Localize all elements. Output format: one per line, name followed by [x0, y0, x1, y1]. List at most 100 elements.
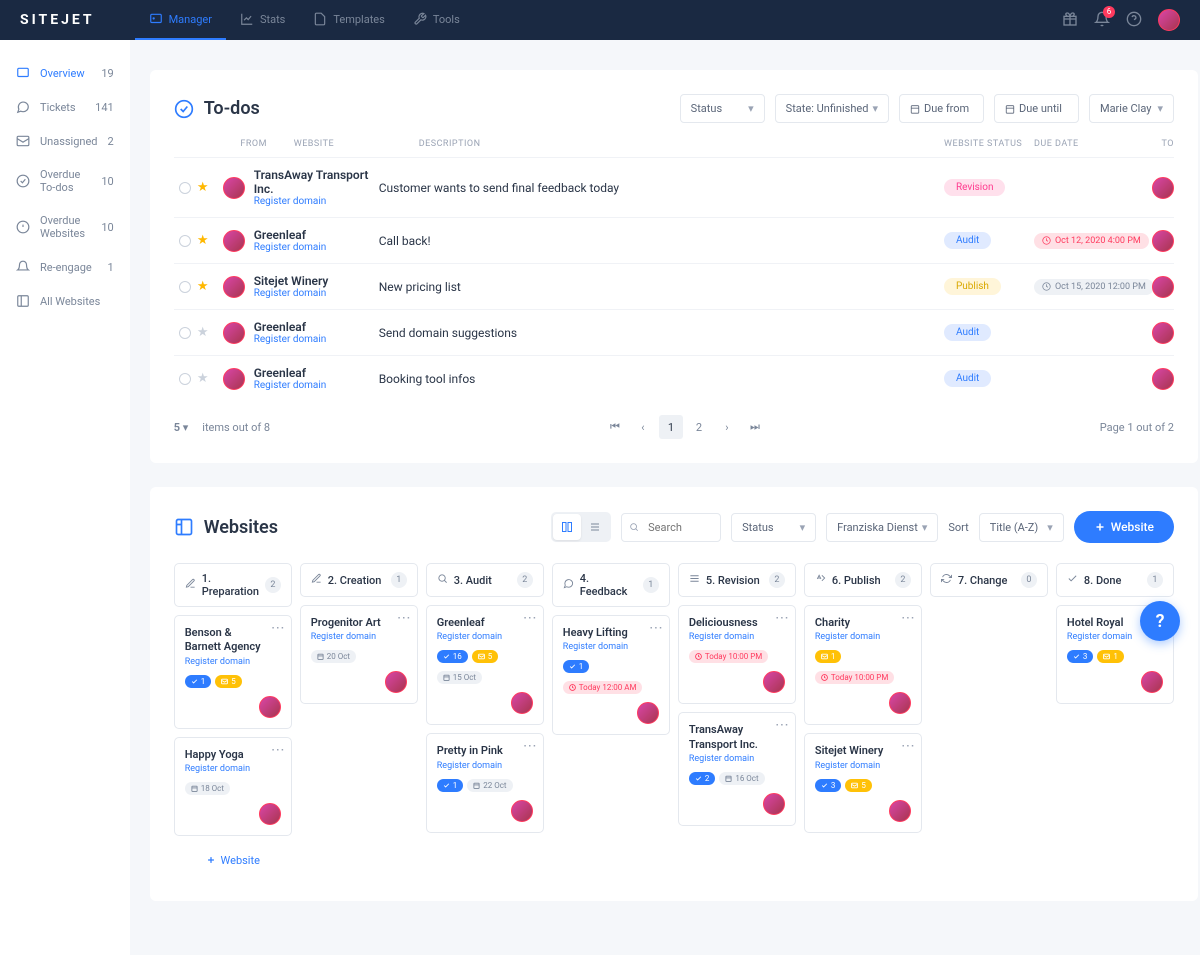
website-name: TransAway Transport Inc. [254, 168, 379, 196]
register-domain-link[interactable]: Register domain [254, 196, 379, 207]
card-title: Benson & Barnett Agency [185, 626, 281, 655]
kanban-card[interactable]: ⋯Progenitor ArtRegister domain20 Oct [300, 605, 418, 704]
card-more-icon[interactable]: ⋯ [271, 624, 285, 632]
user-avatar[interactable] [1158, 9, 1180, 31]
register-domain-link[interactable]: Register domain [185, 764, 281, 774]
state-filter[interactable]: State: Unfinished▾ [775, 94, 889, 123]
add-website-btn[interactable]: Website [1074, 511, 1174, 543]
pager-next[interactable]: › [715, 415, 739, 439]
card-title: Heavy Lifting [563, 626, 659, 640]
star-icon[interactable]: ★ [197, 180, 209, 195]
card-more-icon[interactable]: ⋯ [397, 614, 411, 622]
todo-row[interactable]: ★GreenleafRegister domainBooking tool in… [174, 355, 1174, 401]
sidebar-unassigned[interactable]: Unassigned2 [0, 124, 130, 158]
card-badge: 1 [563, 660, 590, 673]
due-until-filter[interactable]: Due until [994, 94, 1079, 123]
pager-last[interactable]: ⏭ [743, 415, 767, 439]
todo-row[interactable]: ★ TransAway Transport Inc.Register domain… [174, 157, 1174, 217]
pager-prev[interactable]: ‹ [631, 415, 655, 439]
star-icon[interactable]: ★ [197, 371, 209, 386]
sidebar-re-engage[interactable]: Re-engage1 [0, 250, 130, 284]
gift-icon[interactable] [1062, 11, 1078, 30]
todo-checkbox[interactable] [179, 373, 191, 385]
todo-checkbox[interactable] [179, 281, 191, 293]
todo-checkbox[interactable] [179, 182, 191, 194]
assignee-filter[interactable]: Marie Clay▾ [1089, 94, 1174, 123]
card-more-icon[interactable]: ⋯ [775, 614, 789, 622]
star-icon[interactable]: ★ [197, 233, 209, 248]
pager-page-2[interactable]: 2 [687, 415, 711, 439]
todo-description: Call back! [379, 234, 944, 248]
sidebar-all-websites[interactable]: All Websites [0, 284, 130, 318]
register-domain-link[interactable]: Register domain [254, 334, 379, 345]
todo-row[interactable]: ★GreenleafRegister domainSend domain sug… [174, 309, 1174, 355]
sidebar-tickets[interactable]: Tickets141 [0, 90, 130, 124]
column-count: 2 [265, 577, 281, 593]
register-domain-link[interactable]: Register domain [311, 632, 407, 642]
card-badge: Today 10:00 PM [689, 650, 768, 663]
register-domain-link[interactable]: Register domain [815, 632, 911, 642]
to-avatar [1152, 230, 1174, 252]
kanban-card[interactable]: ⋯Pretty in PinkRegister domain122 Oct [426, 733, 544, 832]
register-domain-link[interactable]: Register domain [185, 657, 281, 667]
logo: SITEJET [20, 12, 95, 28]
kanban-card[interactable]: ⋯Happy YogaRegister domain18 Oct [174, 737, 292, 836]
card-more-icon[interactable]: ⋯ [523, 742, 537, 750]
ws-assignee-filter[interactable]: Franziska Dienst▾ [826, 513, 938, 542]
sidebar-overdue-to-dos[interactable]: Overdue To-dos10 [0, 158, 130, 204]
topnav-tools[interactable]: Tools [399, 0, 474, 40]
sidebar-overview[interactable]: Overview19 [0, 56, 130, 90]
list-view-btn[interactable] [581, 514, 609, 540]
kanban-card[interactable]: ⋯Sitejet WineryRegister domain35 [804, 733, 922, 832]
card-more-icon[interactable]: ⋯ [523, 614, 537, 622]
topnav-templates[interactable]: Templates [299, 0, 398, 40]
register-domain-link[interactable]: Register domain [254, 288, 379, 299]
kanban-card[interactable]: ⋯CharityRegister domain1Today 10:00 PM [804, 605, 922, 725]
add-card-btn[interactable]: Website [174, 844, 292, 877]
register-domain-link[interactable]: Register domain [254, 380, 379, 391]
register-domain-link[interactable]: Register domain [437, 632, 533, 642]
card-more-icon[interactable]: ⋯ [649, 624, 663, 632]
kanban-card[interactable]: ⋯TransAway Transport Inc.Register domain… [678, 712, 796, 826]
status-filter[interactable]: Status▾ [680, 94, 765, 123]
sidebar-overdue-websites[interactable]: Overdue Websites10 [0, 204, 130, 250]
help-fab[interactable]: ? [1140, 601, 1180, 641]
register-domain-link[interactable]: Register domain [689, 754, 785, 764]
register-domain-link[interactable]: Register domain [254, 242, 379, 253]
card-avatar [637, 702, 659, 724]
pager-page-1[interactable]: 1 [659, 415, 683, 439]
register-domain-link[interactable]: Register domain [815, 761, 911, 771]
kanban-column-header: 1. Preparation2 [174, 563, 292, 607]
card-more-icon[interactable]: ⋯ [901, 742, 915, 750]
todo-checkbox[interactable] [179, 235, 191, 247]
kanban-card[interactable]: ⋯Heavy LiftingRegister domain1Today 12:0… [552, 615, 670, 735]
card-badge: 3 [815, 779, 842, 792]
pager-first[interactable]: ⏮ [603, 415, 627, 439]
card-badge: 1 [1097, 650, 1124, 663]
todo-checkbox[interactable] [179, 327, 191, 339]
register-domain-link[interactable]: Register domain [689, 632, 785, 642]
help-icon[interactable] [1126, 11, 1142, 30]
grid-view-btn[interactable] [553, 514, 581, 540]
card-more-icon[interactable]: ⋯ [901, 614, 915, 622]
register-domain-link[interactable]: Register domain [563, 642, 659, 652]
kanban-card[interactable]: ⋯GreenleafRegister domain16515 Oct [426, 605, 544, 725]
star-icon[interactable]: ★ [197, 325, 209, 340]
due-from-filter[interactable]: Due from [899, 94, 984, 123]
todo-row[interactable]: ★Sitejet WineryRegister domainNew pricin… [174, 263, 1174, 309]
topnav-manager[interactable]: Manager [135, 0, 226, 40]
bell-icon[interactable]: 6 [1094, 11, 1110, 30]
todo-row[interactable]: ★GreenleafRegister domainCall back!Audit… [174, 217, 1174, 263]
ws-sort-select[interactable]: Title (A-Z)▾ [979, 513, 1064, 542]
kanban-card[interactable]: ⋯Benson & Barnett Agency Register domain 1… [174, 615, 292, 729]
topnav-stats[interactable]: Stats [226, 0, 299, 40]
card-more-icon[interactable]: ⋯ [775, 721, 789, 729]
card-more-icon[interactable]: ⋯ [271, 746, 285, 754]
page-size[interactable]: 5 ▾ [174, 421, 189, 434]
register-domain-link[interactable]: Register domain [437, 761, 533, 771]
card-badge: 20 Oct [311, 650, 356, 663]
ws-status-filter[interactable]: Status▾ [731, 513, 816, 542]
kanban-card[interactable]: ⋯DeliciousnessRegister domainToday 10:00… [678, 605, 796, 704]
card-badge: 1 [185, 675, 212, 688]
star-icon[interactable]: ★ [197, 279, 209, 294]
